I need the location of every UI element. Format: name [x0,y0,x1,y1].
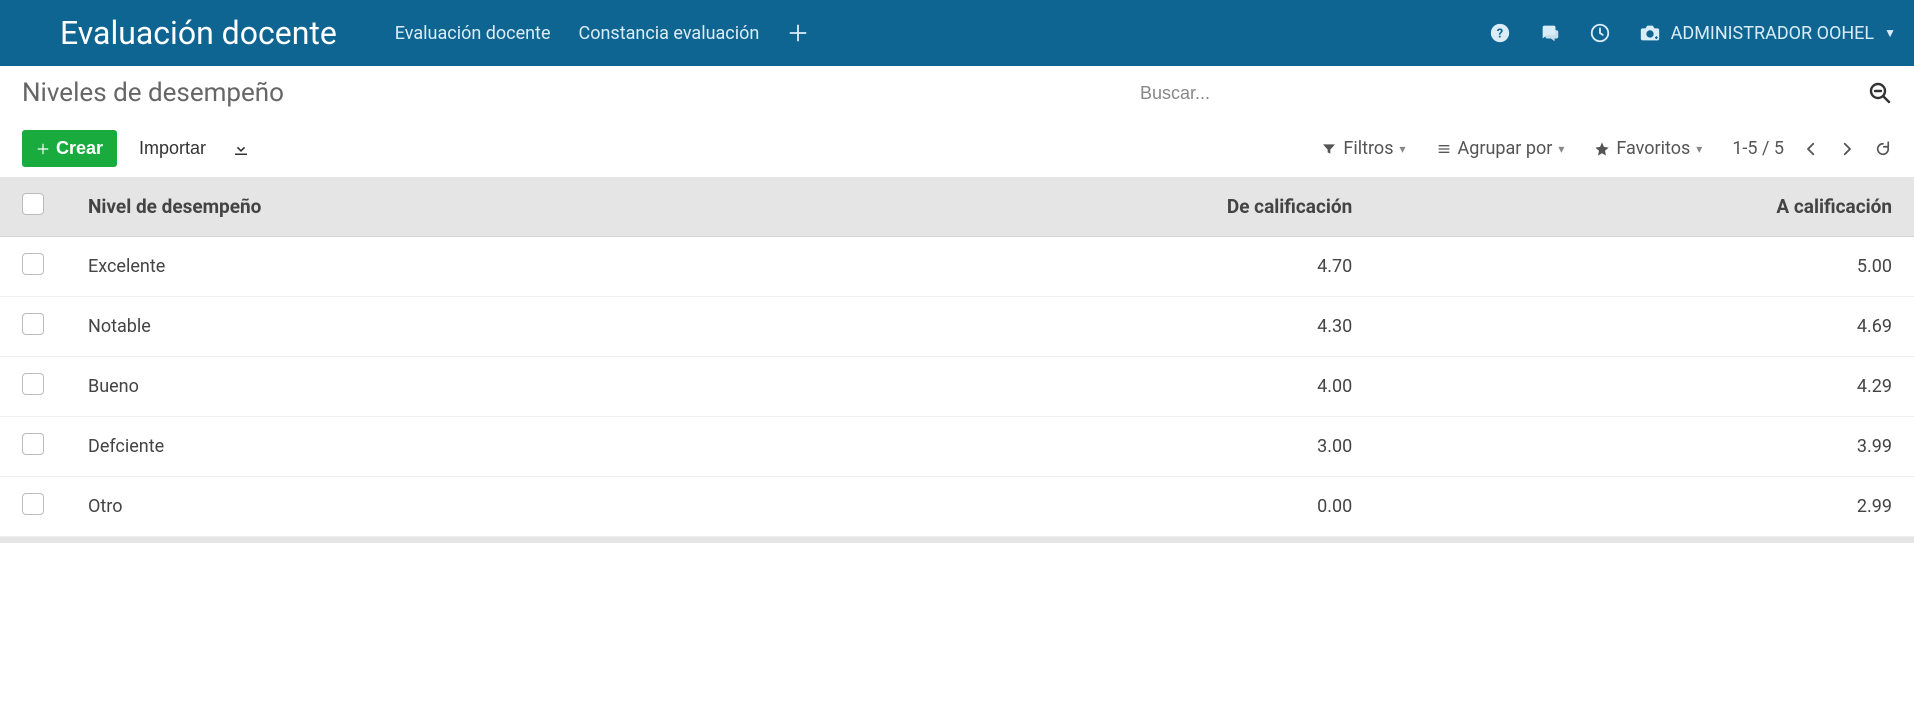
cell-level: Otro [66,477,801,537]
svg-text:?: ? [1496,27,1502,42]
nav-item-constancia-evaluacion[interactable]: Constancia evaluación [579,23,760,44]
search-input[interactable] [1132,79,1868,108]
app-title[interactable]: Evaluación docente [60,14,337,52]
select-all-header [0,177,66,237]
cell-from-score: 0.00 [801,477,1374,537]
control-panel: Niveles de desempeño Crear Importar Filt… [0,66,1914,177]
table-row[interactable]: Excelente4.705.00 [0,237,1914,297]
table-row[interactable]: Defciente3.003.99 [0,417,1914,477]
row-checkbox[interactable] [22,253,44,275]
download-button[interactable] [232,140,250,158]
row-checkbox[interactable] [22,313,44,335]
favorites-dropdown[interactable]: Favoritos ▾ [1594,138,1702,159]
table-row[interactable]: Bueno4.004.29 [0,357,1914,417]
favorites-label: Favoritos [1616,138,1690,159]
refresh-icon [1874,140,1892,158]
cell-from-score: 4.30 [801,297,1374,357]
cell-from-score: 4.00 [801,357,1374,417]
chevron-left-icon [1802,140,1820,158]
cell-level: Excelente [66,237,801,297]
group-by-label: Agrupar por [1458,138,1553,159]
performance-levels-table: Nivel de desempeño De calificación A cal… [0,177,1914,537]
user-menu[interactable]: ADMINISTRADOR OOHEL ▼ [1639,22,1896,44]
column-header-to-score[interactable]: A calificación [1374,177,1914,237]
cell-to-score: 5.00 [1374,237,1914,297]
column-header-level[interactable]: Nivel de desempeño [66,177,801,237]
row-select-cell [0,417,66,477]
cell-level: Defciente [66,417,801,477]
camera-icon [1639,22,1661,44]
list-icon [1436,141,1452,157]
pager-next-button[interactable] [1838,140,1856,158]
filters-dropdown[interactable]: Filtros ▾ [1321,138,1405,159]
cell-level: Bueno [66,357,801,417]
search-zoom-out-icon[interactable] [1868,81,1892,105]
help-icon[interactable]: ? [1489,22,1511,44]
caret-down-icon: ▾ [1399,142,1405,156]
row-checkbox[interactable] [22,433,44,455]
column-header-from-score[interactable]: De calificación [801,177,1374,237]
cell-to-score: 4.69 [1374,297,1914,357]
cell-from-score: 4.70 [801,237,1374,297]
clock-icon[interactable] [1589,22,1611,44]
refresh-button[interactable] [1874,140,1892,158]
row-select-cell [0,477,66,537]
table-row[interactable]: Notable4.304.69 [0,297,1914,357]
cell-level: Notable [66,297,801,357]
create-button-label: Crear [56,138,103,159]
top-navbar: Evaluación docente Evaluación docente Co… [0,0,1914,66]
group-by-dropdown[interactable]: Agrupar por ▾ [1436,138,1565,159]
nav-menu: Evaluación docente Constancia evaluación [395,22,1471,44]
search-area [1132,79,1892,108]
nav-item-evaluacion-docente[interactable]: Evaluación docente [395,23,551,44]
import-button[interactable]: Importar [139,138,206,159]
caret-down-icon: ▾ [1696,142,1702,156]
plus-icon [36,142,50,156]
plus-icon[interactable] [787,22,809,44]
caret-down-icon: ▾ [1558,142,1564,156]
cell-from-score: 3.00 [801,417,1374,477]
pager: 1-5 / 5 [1732,138,1892,159]
chevron-right-icon [1838,140,1856,158]
nav-right-icons: ? ADMINISTRADOR OOHEL ▼ [1489,22,1896,44]
download-icon [232,140,250,158]
pager-prev-button[interactable] [1802,140,1820,158]
table-row[interactable]: Otro0.002.99 [0,477,1914,537]
pager-text[interactable]: 1-5 / 5 [1732,138,1784,159]
row-select-cell [0,237,66,297]
star-icon [1594,141,1610,157]
filters-label: Filtros [1343,138,1393,159]
cell-to-score: 4.29 [1374,357,1914,417]
cell-to-score: 3.99 [1374,417,1914,477]
breadcrumb: Niveles de desempeño [22,78,284,108]
cell-to-score: 2.99 [1374,477,1914,537]
row-checkbox[interactable] [22,493,44,515]
select-all-checkbox[interactable] [22,193,44,215]
row-select-cell [0,297,66,357]
row-checkbox[interactable] [22,373,44,395]
filter-icon [1321,141,1337,157]
create-button[interactable]: Crear [22,130,117,167]
user-name-label: ADMINISTRADOR OOHEL [1671,23,1874,44]
row-select-cell [0,357,66,417]
caret-down-icon: ▼ [1884,26,1896,40]
chat-icon[interactable] [1539,22,1561,44]
table-footer-bar [0,537,1914,543]
